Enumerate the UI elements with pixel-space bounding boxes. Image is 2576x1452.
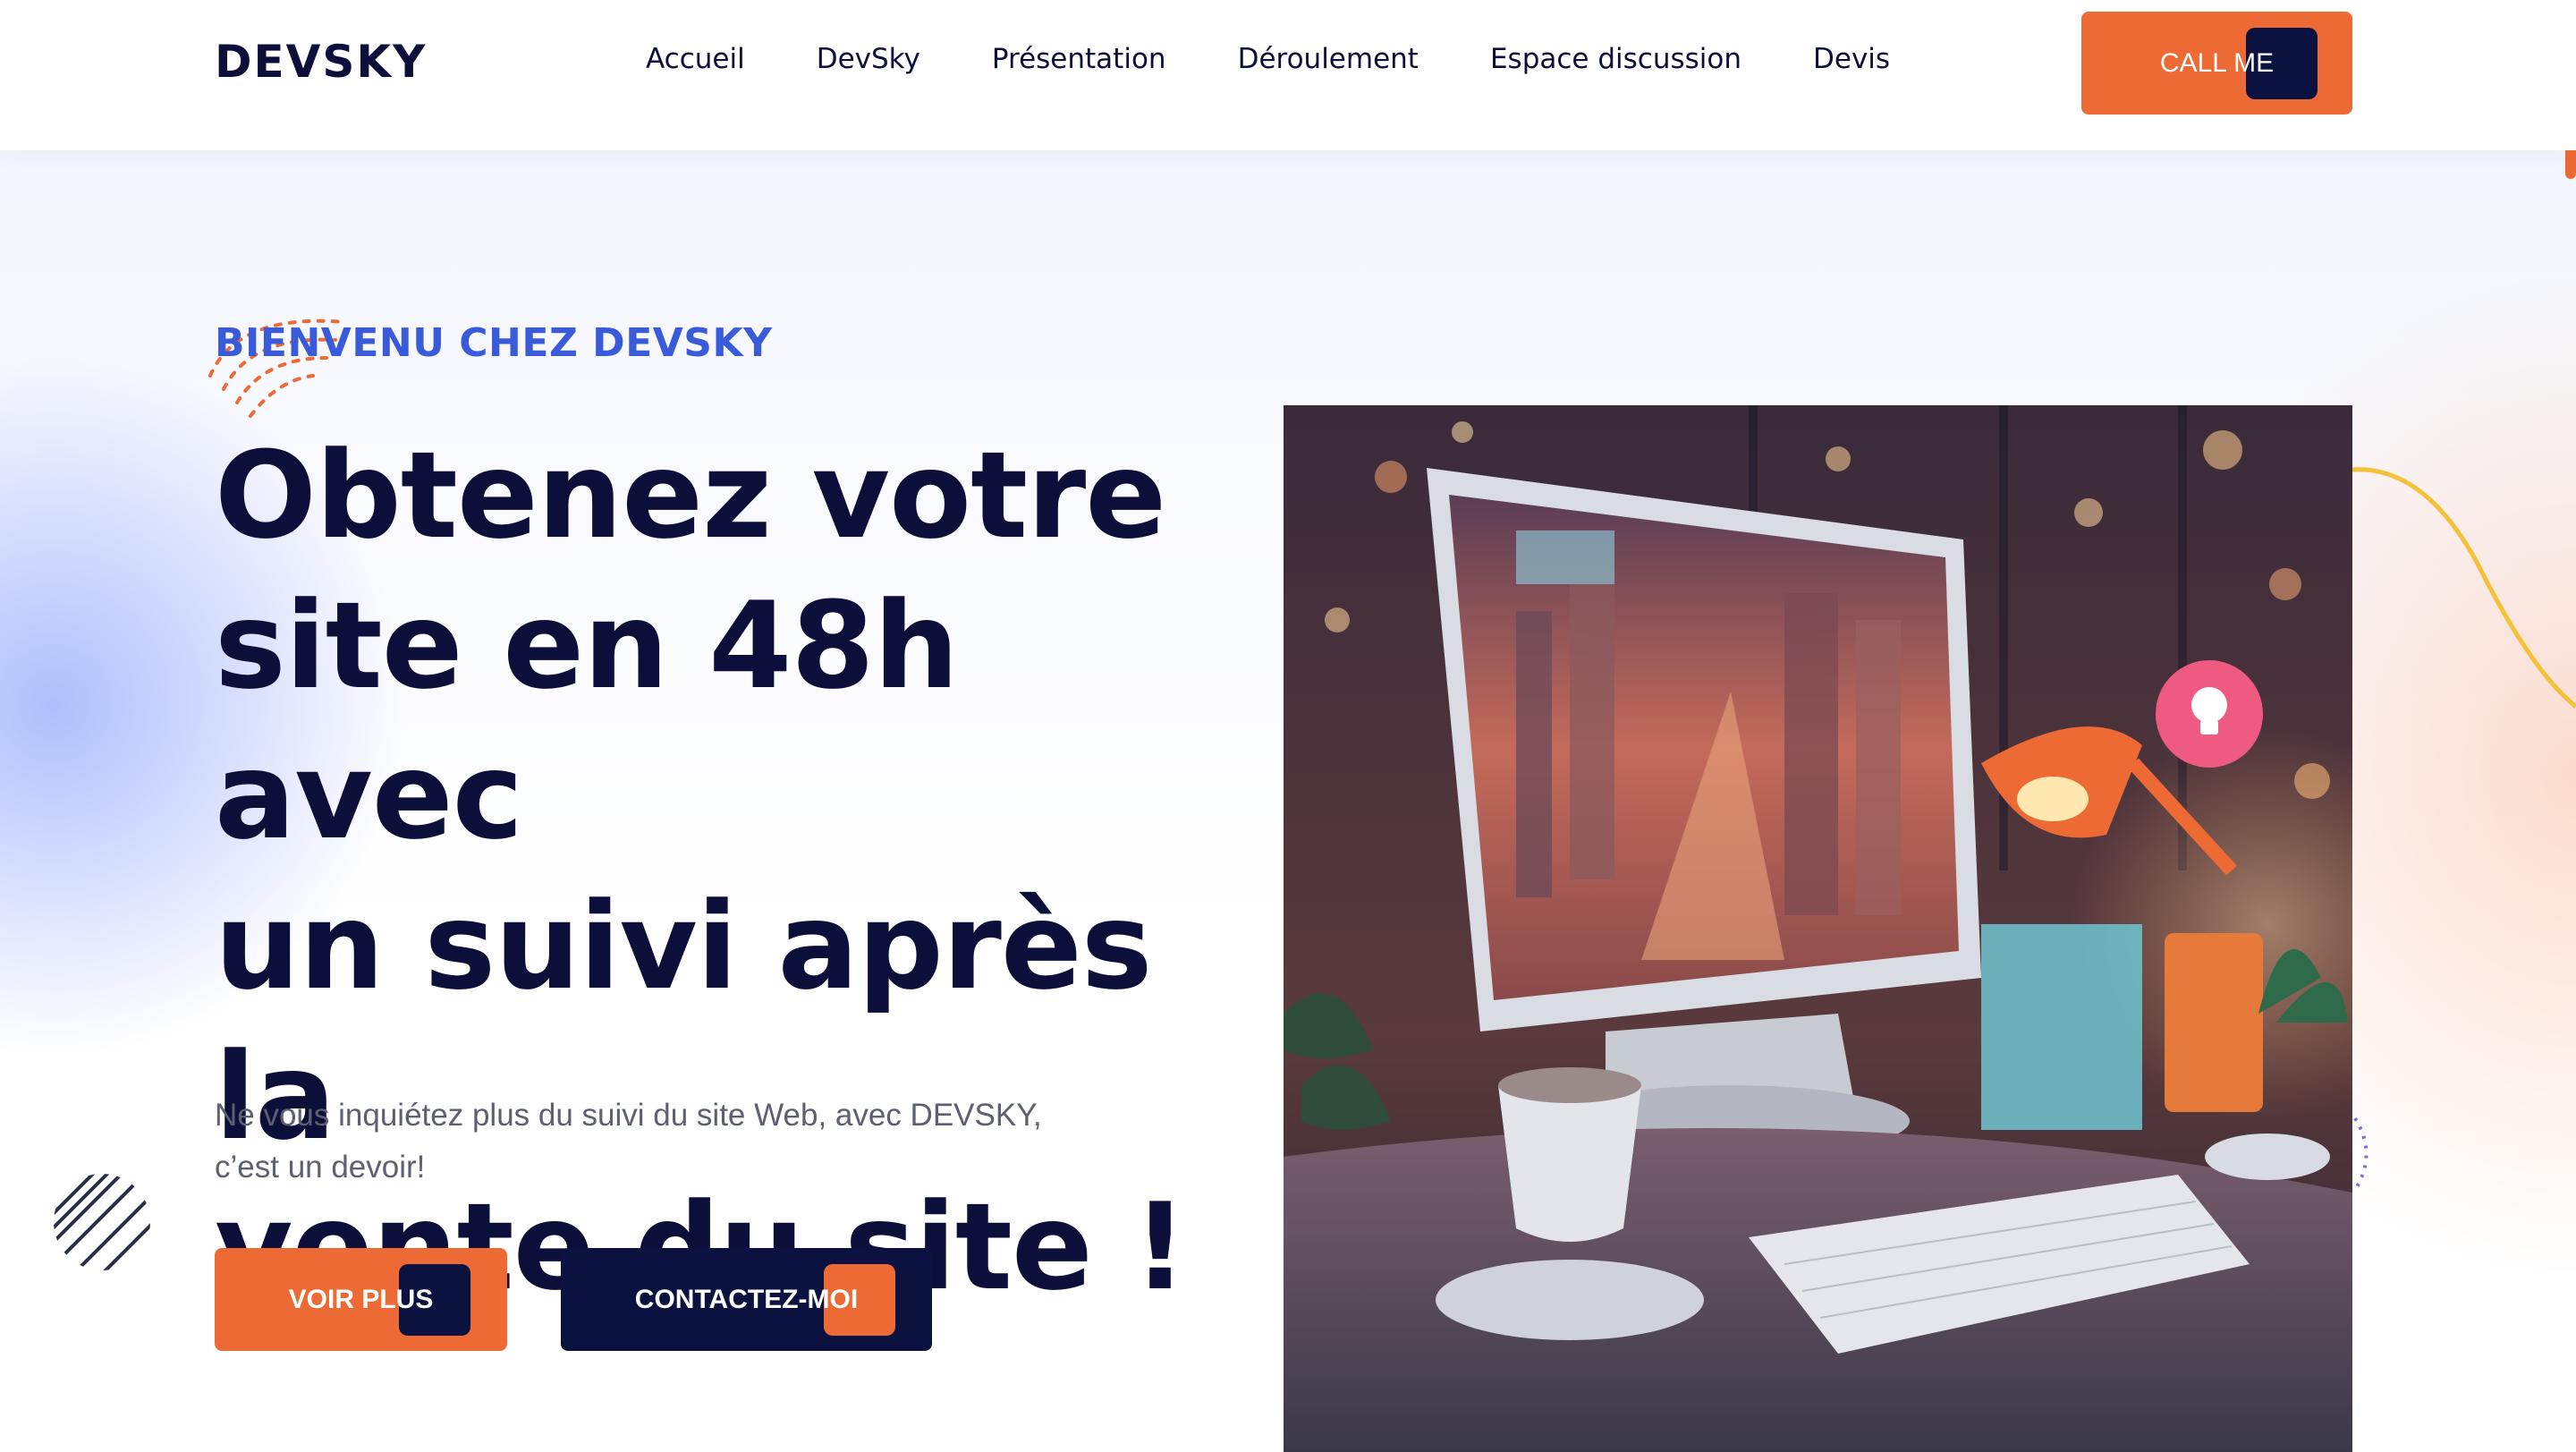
nav-item-accueil[interactable]: Accueil [646, 43, 745, 75]
striped-circle-decoration [54, 1174, 150, 1270]
nav-item-devsky[interactable]: DevSky [817, 43, 920, 75]
contactez-moi-label: CONTACTEZ-MOI [634, 1284, 859, 1314]
site-header: DEVSKY Accueil DevSky Présentation Dérou… [0, 0, 2576, 150]
subtitle-line: Ne vous inquiétez plus du suivi du site … [215, 1098, 1042, 1133]
hero-eyebrow: BIENVENU CHEZ DEVSKY [215, 320, 773, 366]
site-logo[interactable]: DEVSKY [215, 36, 427, 88]
yellow-curve-decoration [2352, 467, 2576, 709]
main-nav: Accueil DevSky Présentation Déroulement … [646, 43, 1890, 75]
subtitle-line: c’est un devoir! [215, 1150, 426, 1185]
call-me-label: CALL ME [2159, 47, 2275, 78]
voir-plus-button[interactable]: VOIR PLUS [215, 1248, 507, 1351]
nav-item-devis[interactable]: Devis [1813, 43, 1890, 75]
call-me-button[interactable]: CALL ME [2081, 12, 2352, 115]
voir-plus-label: VOIR PLUS [288, 1284, 434, 1314]
nav-item-espace-discussion[interactable]: Espace discussion [1490, 43, 1741, 75]
dotted-wave-decoration [2353, 1117, 2368, 1192]
nav-item-deroulement[interactable]: Déroulement [1238, 43, 1419, 75]
hero-illustration [1284, 405, 2352, 1452]
nav-item-presentation[interactable]: Présentation [992, 43, 1166, 75]
headline-line: site en 48h avec [215, 576, 959, 866]
contactez-moi-button[interactable]: CONTACTEZ-MOI [561, 1248, 932, 1351]
headline-line: Obtenez votre [215, 426, 1166, 565]
hero-subtitle: Ne vous inquiétez plus du suivi du site … [215, 1090, 1091, 1193]
